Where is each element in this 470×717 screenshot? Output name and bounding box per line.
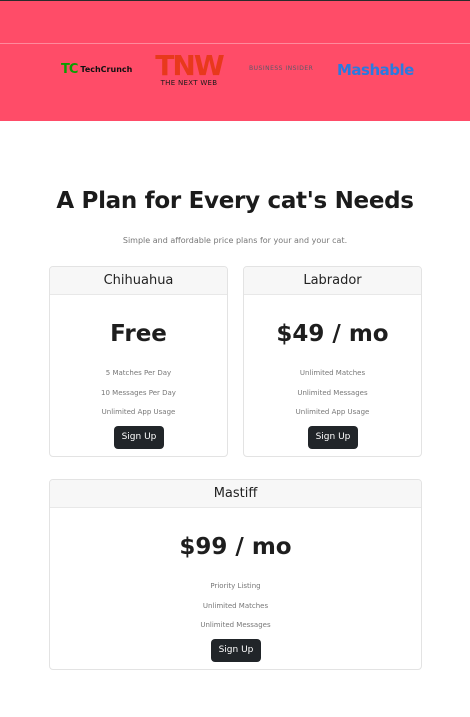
plan-feature: Unlimited Matches <box>202 602 269 610</box>
pricing-title: A Plan for Every cat's Needs <box>56 188 414 214</box>
plan-card-labrador: Labrador $49 / mo Unlimited Matches Unli… <box>243 266 422 457</box>
plan-feature: Unlimited Messages <box>200 621 271 629</box>
tnw-logo-mark: TNW <box>155 49 224 82</box>
plan-price: $49 / mo <box>276 321 389 347</box>
mashable-logo: Mashable <box>337 61 414 79</box>
press-divider <box>0 43 470 44</box>
sign-up-button[interactable]: Sign Up <box>211 639 261 662</box>
sign-up-button[interactable]: Sign Up <box>114 426 164 449</box>
plan-feature: 5 Matches Per Day <box>105 369 172 377</box>
plan-price: Free <box>110 321 167 347</box>
techcrunch-logo-mark: TC <box>61 62 78 77</box>
press-section: TC TechCrunch TNW THE NEXT WEB BUSINESS … <box>0 0 470 121</box>
techcrunch-logo-word: TechCrunch <box>80 65 133 74</box>
plan-name: Labrador <box>244 267 421 295</box>
business-insider-logo: BUSINESS INSIDER <box>249 65 314 72</box>
plan-feature: Unlimited Messages <box>297 389 368 397</box>
plan-feature: 10 Messages Per Day <box>101 389 176 397</box>
plan-card-chihuahua: Chihuahua Free 5 Matches Per Day 10 Mess… <box>49 266 228 457</box>
plan-price: $99 / mo <box>179 534 292 560</box>
tnw-logo-word: THE NEXT WEB <box>160 79 218 87</box>
techcrunch-logo: TC TechCrunch <box>61 63 132 77</box>
plan-feature: Unlimited Matches <box>299 369 366 377</box>
sign-up-button[interactable]: Sign Up <box>308 426 358 449</box>
pricing-subtitle: Simple and affordable price plans for yo… <box>122 236 348 245</box>
plan-name: Chihuahua <box>50 267 227 295</box>
plan-card-mastiff: Mastiff $99 / mo Priority Listing Unlimi… <box>49 479 422 670</box>
tnw-logo: TNW THE NEXT WEB <box>154 49 224 88</box>
plan-feature: Priority Listing <box>210 582 261 590</box>
plan-name: Mastiff <box>50 480 421 508</box>
plan-feature: Unlimited App Usage <box>295 408 370 416</box>
plan-feature: Unlimited App Usage <box>101 408 176 416</box>
